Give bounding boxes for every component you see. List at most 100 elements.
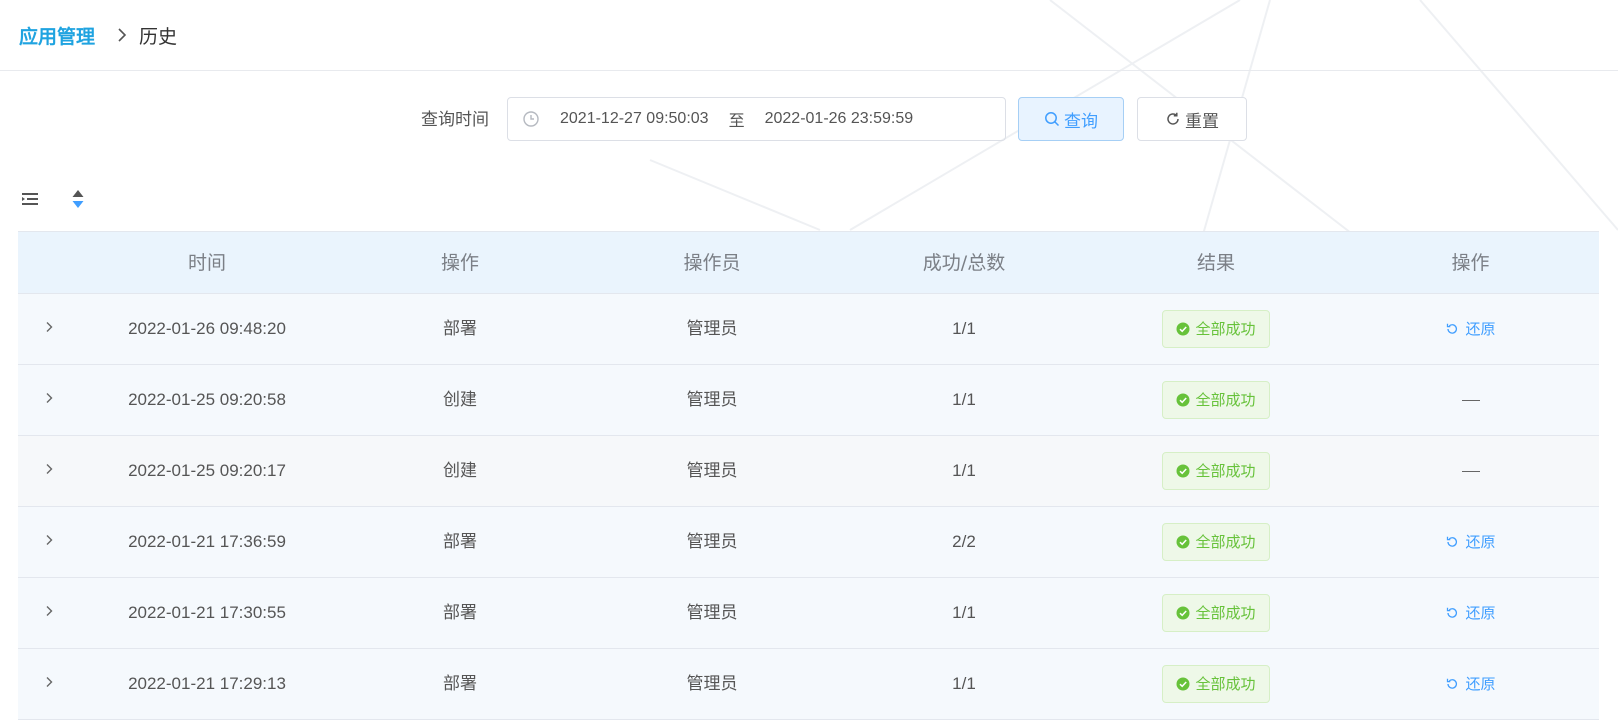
cell-operation: 创建 (443, 390, 477, 410)
row-expand-toggle[interactable] (18, 365, 80, 435)
status-badge-label: 全部成功 (1195, 675, 1256, 693)
date-range-picker[interactable]: 2021-12-27 09:50:03 至 2022-01-26 23:59:5… (507, 97, 1006, 141)
query-button-label: 查询 (1064, 111, 1098, 132)
table-body: 2022-01-26 09:48:20 部署 管理员 1/1 全部成功 还原 2… (18, 294, 1599, 720)
cell-time: 2022-01-21 17:30:55 (128, 603, 286, 622)
restore-button[interactable]: 还原 (1445, 649, 1496, 719)
breadcrumb-root-link[interactable]: 应用管理 (19, 22, 95, 49)
cell-operator: 管理员 (686, 461, 738, 481)
table-row[interactable]: 2022-01-25 09:20:17 创建 管理员 1/1 全部成功 (18, 436, 1599, 507)
cell-result: 全部成功 (1090, 365, 1342, 435)
cell-action: 还原 (1342, 578, 1599, 648)
row-expand-toggle[interactable] (18, 436, 80, 506)
row-expand-toggle[interactable] (18, 507, 80, 577)
cell-action: 还原 (1342, 649, 1599, 719)
cell-action: 还原 (1342, 294, 1599, 364)
chevron-right-icon (42, 507, 56, 577)
cell-operation: 创建 (443, 461, 477, 481)
cell-operator: 管理员 (686, 603, 738, 623)
table-row[interactable]: 2022-01-21 17:36:59 部署 管理员 2/2 全部成功 还原 (18, 507, 1599, 578)
cell-operation: 部署 (443, 532, 477, 552)
query-button[interactable]: 查询 (1018, 97, 1124, 141)
history-table: 时间 操作 操作员 成功/总数 结果 操作 2022-01-26 09:48:2… (18, 231, 1599, 720)
clock-icon (522, 110, 540, 128)
undo-icon (1445, 677, 1459, 691)
undo-icon (1445, 606, 1459, 620)
cell-operator: 管理员 (686, 319, 738, 339)
cell-action: 还原 (1342, 507, 1599, 577)
restore-button-label: 还原 (1465, 533, 1496, 551)
row-expand-toggle[interactable] (18, 294, 80, 364)
restore-button[interactable]: 还原 (1445, 294, 1496, 364)
query-time-label: 查询时间 (421, 110, 489, 130)
check-circle-icon (1176, 393, 1190, 407)
cell-operator: 管理员 (686, 532, 738, 552)
cell-operator: 管理员 (686, 390, 738, 410)
table-row[interactable]: 2022-01-26 09:48:20 部署 管理员 1/1 全部成功 还原 (18, 294, 1599, 365)
sort-icon[interactable] (67, 186, 89, 212)
chevron-right-icon (42, 365, 56, 435)
restore-button[interactable]: 还原 (1445, 578, 1496, 648)
cell-result: 全部成功 (1090, 578, 1342, 648)
check-circle-icon (1176, 464, 1190, 478)
range-separator: 至 (728, 111, 745, 130)
check-circle-icon (1176, 606, 1190, 620)
row-expand-toggle[interactable] (18, 578, 80, 648)
cell-success-total: 1/1 (952, 319, 976, 338)
cell-success-total: 1/1 (952, 603, 976, 622)
cell-success-total: 1/1 (952, 674, 976, 693)
check-circle-icon (1176, 535, 1190, 549)
search-icon (1044, 111, 1060, 127)
status-badge: 全部成功 (1162, 452, 1270, 490)
cell-success-total: 1/1 (952, 390, 976, 409)
search-bar: 查询时间 2021-12-27 09:50:03 至 2022-01-26 23… (0, 97, 1618, 143)
restore-button-label: 还原 (1465, 604, 1496, 622)
cell-result: 全部成功 (1090, 649, 1342, 719)
table-header: 时间 操作 操作员 成功/总数 结果 操作 (18, 231, 1599, 294)
end-time-input[interactable]: 2022-01-26 23:59:59 (765, 110, 914, 128)
refresh-icon (1165, 111, 1181, 127)
cell-time: 2022-01-26 09:48:20 (128, 319, 286, 338)
undo-icon (1445, 322, 1459, 336)
breadcrumb: 应用管理 历史 (0, 0, 1618, 71)
cell-success-total: 1/1 (952, 461, 976, 480)
status-badge: 全部成功 (1162, 594, 1270, 632)
column-header-action: 操作 (1451, 252, 1490, 274)
table-row[interactable]: 2022-01-21 17:29:13 部署 管理员 1/1 全部成功 还原 (18, 649, 1599, 720)
table-row[interactable]: 2022-01-25 09:20:58 创建 管理员 1/1 全部成功 (18, 365, 1599, 436)
restore-button-label: 还原 (1465, 675, 1496, 693)
column-header-operator: 操作员 (683, 252, 741, 274)
start-time-input[interactable]: 2021-12-27 09:50:03 (560, 110, 709, 128)
cell-result: 全部成功 (1090, 436, 1342, 506)
check-circle-icon (1176, 322, 1190, 336)
cell-success-total: 2/2 (952, 532, 976, 551)
cell-operation: 部署 (443, 319, 477, 339)
cell-action (1342, 436, 1599, 506)
column-header-result: 结果 (1196, 252, 1235, 274)
check-circle-icon (1176, 677, 1190, 691)
chevron-right-icon (42, 294, 56, 364)
restore-button[interactable]: 还原 (1445, 507, 1496, 577)
column-header-time: 时间 (187, 252, 226, 274)
row-expand-toggle[interactable] (18, 649, 80, 719)
status-badge-label: 全部成功 (1195, 604, 1256, 622)
breadcrumb-current: 历史 (139, 25, 178, 48)
status-badge: 全部成功 (1162, 310, 1270, 348)
undo-icon (1445, 535, 1459, 549)
cell-result: 全部成功 (1090, 507, 1342, 577)
cell-time: 2022-01-21 17:29:13 (128, 674, 286, 693)
cell-operation: 部署 (443, 603, 477, 623)
list-collapse-icon[interactable] (19, 186, 41, 212)
chevron-right-icon (113, 26, 131, 44)
status-badge-label: 全部成功 (1195, 462, 1256, 480)
restore-button-label: 还原 (1465, 320, 1496, 338)
cell-time: 2022-01-25 09:20:17 (128, 461, 286, 480)
cell-operator: 管理员 (686, 674, 738, 694)
column-header-success-total: 成功/总数 (922, 252, 1006, 274)
status-badge: 全部成功 (1162, 665, 1270, 703)
reset-button-label: 重置 (1185, 111, 1219, 132)
empty-action-dash (1461, 470, 1480, 472)
cell-result: 全部成功 (1090, 294, 1342, 364)
table-row[interactable]: 2022-01-21 17:30:55 部署 管理员 1/1 全部成功 还原 (18, 578, 1599, 649)
reset-button[interactable]: 重置 (1137, 97, 1247, 141)
